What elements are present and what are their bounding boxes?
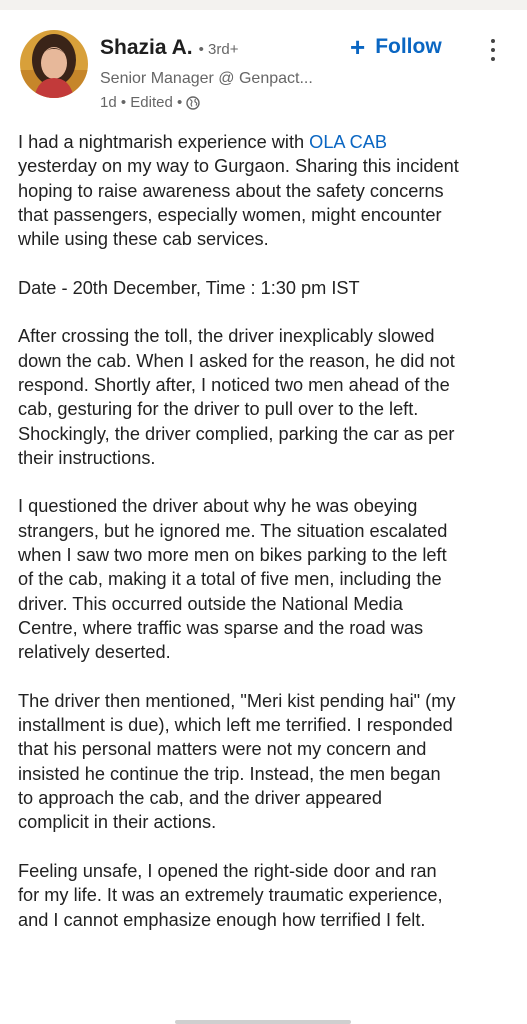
follow-label: Follow xyxy=(375,35,442,58)
post-meta: 1d • Edited • xyxy=(100,94,200,111)
text-line: of the cab, making it a total of five me… xyxy=(18,569,442,590)
paragraph-1: I had a nightmarish experience with OLA … xyxy=(18,130,518,251)
text-line: Centre, where traffic was sparse and the… xyxy=(18,617,424,638)
post-text: I had a nightmarish experience with OLA … xyxy=(18,130,518,956)
text-line: Shockingly, the driver complied, parking… xyxy=(18,423,455,444)
text-line: down the cab. When I asked for the reaso… xyxy=(18,350,455,371)
text-segment: I had a nightmarish experience with xyxy=(18,132,310,152)
paragraph-3: After crossing the toll, the driver inex… xyxy=(18,324,518,470)
gesture-bar[interactable] xyxy=(175,1020,351,1024)
follow-button[interactable]: + Follow xyxy=(350,34,442,60)
text-line: while using these cab services. xyxy=(18,229,269,250)
author-avatar[interactable] xyxy=(20,30,88,98)
text-line: driver. This occurred outside the Nation… xyxy=(18,593,403,614)
post-time-edited: 1d • Edited • xyxy=(100,94,183,111)
text-line: relatively deserted. xyxy=(18,642,171,663)
text-line: I had a nightmarish experience with OLA … xyxy=(18,130,518,154)
author-headline: Senior Manager @ Genpact... xyxy=(100,70,313,87)
author-name[interactable]: Shazia A. xyxy=(100,36,193,60)
post-header: Shazia A. • 3rd+ Senior Manager @ Genpac… xyxy=(0,26,527,116)
text-line: I questioned the driver about why he was… xyxy=(18,496,418,517)
more-vertical-icon[interactable] xyxy=(486,36,500,66)
text-line: yesterday on my way to Gurgaon. Sharing … xyxy=(18,156,459,177)
text-line: cab, gesturing for the driver to pull ov… xyxy=(18,399,419,420)
text-line: installment is due), which left me terri… xyxy=(18,715,453,736)
connection-degree: • 3rd+ xyxy=(198,41,239,58)
paragraph-5: The driver then mentioned, "Meri kist pe… xyxy=(18,689,518,835)
text-line: complicit in their actions. xyxy=(18,812,217,833)
top-divider xyxy=(0,0,527,10)
author-name-row: Shazia A. • 3rd+ xyxy=(100,36,238,64)
globe-icon xyxy=(186,95,200,110)
text-line: The driver then mentioned, "Meri kist pe… xyxy=(18,690,456,711)
paragraph-6: Feeling unsafe, I opened the right-side … xyxy=(18,859,518,932)
plus-icon: + xyxy=(350,32,366,62)
paragraph-2: Date - 20th December, Time : 1:30 pm IST xyxy=(18,276,518,300)
text-line: and I cannot emphasize enough how terrif… xyxy=(18,909,426,930)
text-line: their instructions. xyxy=(18,447,156,468)
text-line: Feeling unsafe, I opened the right-side … xyxy=(18,860,437,881)
text-line: After crossing the toll, the driver inex… xyxy=(18,326,435,347)
text-line: when I saw two more men on bikes parking… xyxy=(18,545,447,566)
text-line: for my life. It was an extremely traumat… xyxy=(18,885,443,906)
text-line: Date - 20th December, Time : 1:30 pm IST xyxy=(18,277,360,298)
text-line: hoping to raise awareness about the safe… xyxy=(18,180,444,201)
text-line: insisted he continue the trip. Instead, … xyxy=(18,763,441,784)
text-line: that passengers, especially women, might… xyxy=(18,204,442,225)
mention-link-ola-cab[interactable]: OLA CAB xyxy=(309,132,387,152)
text-line: respond. Shortly after, I noticed two me… xyxy=(18,374,450,395)
text-line: to approach the cab, and the driver appe… xyxy=(18,788,383,809)
text-line: strangers, but he ignored me. The situat… xyxy=(18,520,448,541)
text-line: that his personal matters were not my co… xyxy=(18,739,427,760)
paragraph-4: I questioned the driver about why he was… xyxy=(18,494,518,664)
